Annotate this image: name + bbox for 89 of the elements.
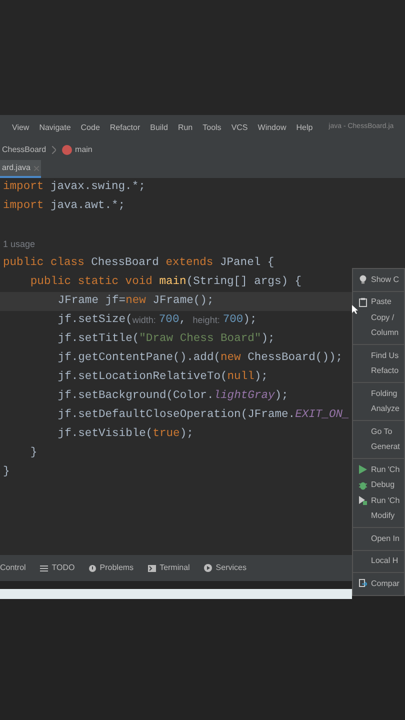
run-coverage-icon [359,496,367,506]
menu-item[interactable]: Column [371,327,399,340]
menu-item[interactable]: Paste [371,296,392,308]
code-token: import [3,198,44,214]
code-token: JFrame(); [152,294,214,310]
code-token: JFrame jf= [58,294,126,310]
tool-window-button[interactable]: Control [0,562,26,574]
code-token: jf.setVisible( [58,426,153,442]
breadcrumb-item[interactable]: ChessBoard [2,144,46,156]
menu-item[interactable]: Code [80,122,100,134]
tool-window-button[interactable]: Services [216,562,246,574]
menu-item[interactable]: Compar [371,578,400,590]
menu-item[interactable]: Debug [371,479,395,492]
menu-item[interactable]: Refactor [110,122,140,134]
list-icon[interactable] [40,564,48,572]
code-token: public class [3,256,84,272]
menu-item[interactable]: Folding [371,388,398,400]
menu-item[interactable]: Generat [371,441,400,454]
code-token: jf.setTitle( [58,332,140,348]
menu-item[interactable]: Open In [371,532,400,545]
parameter-hint: width: [132,314,156,327]
method-icon [62,145,72,155]
code-token: new [220,351,241,366]
code-token: 700 [158,313,180,328]
code-token: } [3,464,10,480]
menu-item[interactable]: Go To [371,426,392,438]
tool-window-button[interactable]: Problems [100,562,134,574]
play-icon [359,465,367,474]
info-icon[interactable] [88,564,96,572]
tool-window-button[interactable]: Terminal [160,562,190,574]
code-token: java.awt.*; [49,198,126,214]
tool-window-button[interactable]: TODO [52,562,75,574]
menu-item[interactable]: Local H [371,555,398,568]
file-tab[interactable]: ard.java [0,160,42,178]
menu-item[interactable]: Modify [371,510,395,522]
menu-item[interactable]: Run 'Ch [371,464,400,476]
menu-item[interactable]: Copy / [371,312,394,324]
menu-item[interactable]: View [12,122,30,134]
mouse-cursor-icon [352,305,358,314]
code-token: "Draw Chess Board" [139,332,262,348]
menu-item[interactable]: Run [178,122,193,134]
menu-item[interactable]: Refacto [371,365,399,378]
terminal-icon[interactable] [148,564,156,572]
code-token: import [3,180,44,196]
code-token: ); [243,312,257,328]
play-circle-icon[interactable] [204,564,212,572]
menu-item[interactable]: VCS [231,122,248,134]
code-token: jf.setBackground(Color. [58,388,214,404]
code-token: public static void [30,274,152,290]
code-token: ); [274,388,288,404]
chevron-icon [52,146,56,154]
code-token: jf.getContentPane().add( [58,350,220,366]
code-token: JPanel { [218,256,274,272]
code-token: (String[] args) { [186,274,302,290]
code-token: , [179,313,188,328]
menu-item[interactable]: Tools [202,122,222,134]
code-token: jf.setSize( [58,312,132,328]
code-token: ChessBoard()); [246,350,343,366]
code-token: javax.swing.*; [49,180,146,196]
code-token: true [152,427,180,442]
compare-icon [359,579,367,588]
parameter-hint: height: [192,314,220,327]
menu-item[interactable]: Run 'Ch [371,494,400,507]
code-token: new [126,294,146,310]
code-token: ); [261,332,275,348]
clipboard-icon [359,298,367,307]
menu-item[interactable]: Help [296,122,313,134]
menu-item[interactable]: Navigate [39,122,71,134]
breadcrumb-item[interactable]: main [75,144,92,156]
code-token: main [158,274,186,290]
bulb-icon [359,275,367,284]
code-token: ); [254,370,268,386]
menu-item[interactable]: Find Us [371,350,399,362]
code-token: jf.setLocationRelativeTo( [58,370,228,386]
code-token: ); [180,426,194,442]
code-token: EXIT_ON_ [295,408,350,424]
code-token: } [30,446,38,462]
code-token: jf.setDefaultCloseOperation(JFrame. [58,408,296,424]
menu-item[interactable]: Show C [371,274,400,286]
bug-icon [359,480,367,490]
code-token: ChessBoard [90,256,160,272]
code-token: lightGray [214,388,275,404]
menu-item[interactable]: Build [150,122,168,134]
code-token: null [227,370,254,386]
menu-item[interactable]: Window [258,122,286,134]
menu-item[interactable]: Analyze [371,403,400,416]
usage-hint: 1 usage [3,238,36,251]
code-token: 700 [222,313,244,328]
code-token: extends [166,256,214,272]
